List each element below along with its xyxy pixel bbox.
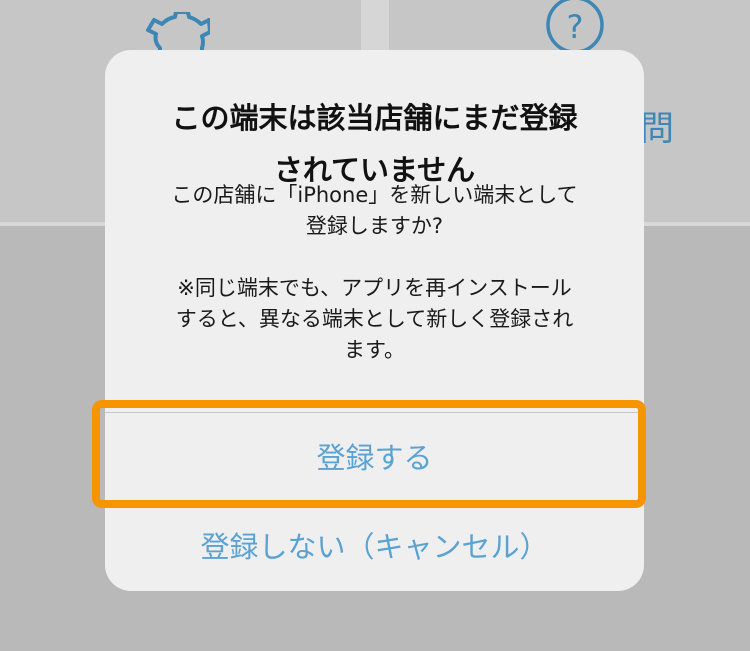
alert-title-line1: この端末は該当店舗にまだ登録	[171, 101, 578, 135]
help-tile-label: 問	[640, 109, 674, 149]
alert-message: この店舗に「iPhone」を新しい端末として 登録しますか? ※同じ端末でも、ア…	[171, 183, 578, 362]
cancel-register-button[interactable]: 登録しない（キャンセル）	[105, 504, 644, 591]
help-icon: ?	[546, 0, 604, 54]
svg-text:?: ?	[567, 8, 584, 46]
highlight-frame	[92, 400, 646, 508]
register-alert-dialog: この端末は該当店舗にまだ登録 されていません この店舗に「iPhone」を新しい…	[105, 50, 644, 591]
